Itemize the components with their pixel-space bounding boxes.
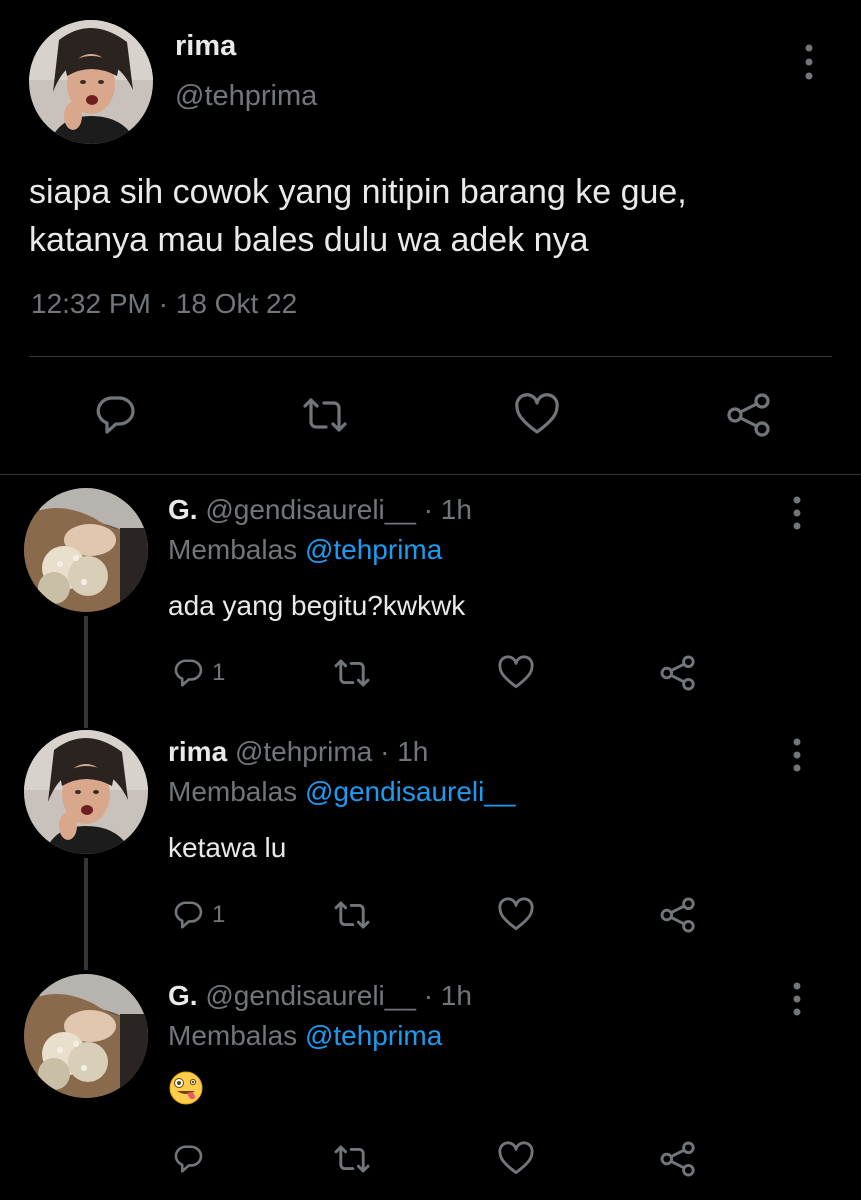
avatar-photo-gendis — [24, 488, 148, 612]
retweet-icon[interactable] — [300, 390, 350, 440]
tweet-time: 12:32 PM — [31, 288, 151, 319]
more-options-icon[interactable] — [796, 40, 822, 84]
avatar-photo-gendis — [24, 974, 148, 1098]
retweet-icon[interactable] — [332, 1138, 372, 1180]
like-icon[interactable] — [496, 1138, 536, 1180]
reply-button[interactable] — [170, 1138, 212, 1180]
tweet-thread-screen: rima @tehprima siapa sih cowok yang niti… — [0, 0, 861, 1200]
tweet-date: 18 Okt 22 — [175, 288, 298, 319]
zany-face-emoji — [168, 1070, 204, 1106]
reply-header: G. @gendisaureli__ · 1h — [168, 980, 472, 1012]
thread-connector — [84, 616, 88, 728]
replying-to: Membalas @gendisaureli__ — [168, 776, 516, 808]
avatar-photo-rima — [24, 730, 148, 854]
meta-separator: · — [423, 494, 434, 525]
avatar-photo-rima — [29, 20, 153, 144]
reply-header: rima @tehprima · 1h — [168, 736, 428, 768]
more-options-icon[interactable] — [784, 494, 810, 534]
like-icon[interactable] — [496, 894, 536, 936]
tweet-text-line: katanya mau bales dulu wa adek nya — [29, 221, 589, 259]
replying-label: Membalas — [168, 1020, 298, 1051]
thread-connector — [84, 858, 88, 970]
replying-label: Membalas — [168, 776, 298, 807]
mention-link[interactable]: @tehprima — [305, 534, 442, 565]
replying-label: Membalas — [168, 534, 298, 565]
share-icon[interactable] — [658, 1138, 698, 1180]
reply-header: G. @gendisaureli__ · 1h — [168, 494, 472, 526]
reply-time[interactable]: 1h — [441, 494, 472, 525]
avatar[interactable] — [24, 974, 148, 1098]
reply-text: ketawa lu — [168, 832, 287, 863]
reply-icon — [174, 659, 203, 687]
retweet-icon[interactable] — [332, 894, 372, 936]
avatar[interactable] — [29, 20, 153, 144]
author-handle[interactable]: @tehprima — [175, 80, 317, 113]
share-icon[interactable] — [724, 390, 774, 440]
reply-button[interactable]: 1 — [170, 894, 225, 936]
reply-icon[interactable] — [90, 390, 140, 440]
author-handle[interactable]: @tehprima — [235, 736, 372, 767]
more-options-icon[interactable] — [784, 736, 810, 776]
author-handle[interactable]: @gendisaureli__ — [205, 980, 416, 1011]
tweet-text-line: siapa sih cowok yang nitipin barang ke g… — [29, 173, 687, 211]
reply-count: 1 — [212, 901, 226, 928]
tweet-text: siapa sih cowok yang nitipin barang ke g… — [29, 168, 839, 264]
reply-text: ada yang begitu?kwkwk — [168, 590, 466, 621]
author-name[interactable]: G. — [168, 494, 198, 525]
reply-time[interactable]: 1h — [397, 736, 428, 767]
like-icon[interactable] — [496, 652, 536, 694]
avatar[interactable] — [24, 730, 148, 854]
meta-separator: · — [380, 736, 390, 767]
replying-to: Membalas @tehprima — [168, 534, 442, 566]
reply-icon — [174, 901, 203, 929]
divider — [29, 356, 832, 357]
reply-icon — [174, 1145, 203, 1173]
replying-to: Membalas @tehprima — [168, 1020, 442, 1052]
author-name[interactable]: rima — [168, 736, 227, 767]
meta-separator: · — [423, 980, 434, 1011]
mention-link[interactable]: @gendisaureli__ — [305, 776, 516, 807]
like-icon[interactable] — [512, 390, 562, 440]
more-options-icon[interactable] — [784, 980, 810, 1020]
avatar[interactable] — [24, 488, 148, 612]
reply-button[interactable]: 1 — [170, 652, 225, 694]
share-icon[interactable] — [658, 894, 698, 936]
tweet-timestamp[interactable]: 12:32 PM · 18 Okt 22 — [31, 288, 297, 320]
reply-count: 1 — [212, 659, 226, 686]
retweet-icon[interactable] — [332, 652, 372, 694]
divider — [0, 474, 861, 475]
author-name[interactable]: rima — [175, 30, 236, 63]
author-name[interactable]: G. — [168, 980, 198, 1011]
mention-link[interactable]: @tehprima — [305, 1020, 442, 1051]
share-icon[interactable] — [658, 652, 698, 694]
reply-time[interactable]: 1h — [441, 980, 472, 1011]
author-handle[interactable]: @gendisaureli__ — [205, 494, 416, 525]
meta-separator: · — [158, 288, 168, 319]
